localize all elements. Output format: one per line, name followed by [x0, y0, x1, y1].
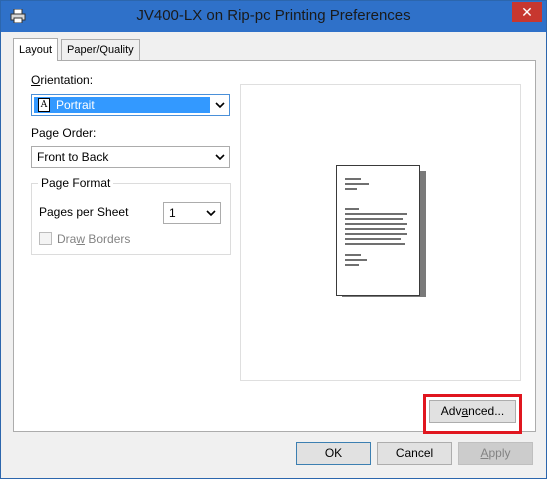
- page-format-legend: Page Format: [38, 176, 114, 190]
- pages-per-sheet-dropdown[interactable]: 1: [163, 202, 221, 224]
- page-preview: [336, 165, 420, 296]
- advanced-button[interactable]: Advanced...: [429, 400, 516, 423]
- apply-button[interactable]: Apply: [458, 442, 533, 465]
- tab-layout[interactable]: Layout: [13, 38, 59, 61]
- page-order-dropdown[interactable]: Front to Back: [31, 146, 230, 168]
- orientation-selected-value: A Portrait: [34, 97, 210, 113]
- page-order-value: Front to Back: [37, 150, 109, 164]
- cancel-button[interactable]: Cancel: [377, 442, 452, 465]
- chevron-down-icon: [206, 210, 216, 217]
- orientation-dropdown[interactable]: A Portrait: [31, 94, 230, 116]
- portrait-orientation-icon: A: [38, 98, 50, 112]
- draw-borders-label: Draw Borders: [57, 232, 131, 246]
- chevron-down-icon: [215, 154, 225, 161]
- page-order-label: Page Order:: [31, 126, 97, 140]
- draw-borders-checkbox[interactable]: [39, 232, 52, 245]
- pages-per-sheet-label: Pages per Sheet: [39, 205, 129, 219]
- printing-preferences-window: JV400-LX on Rip-pc Printing Preferences …: [0, 0, 547, 479]
- pages-per-sheet-value: 1: [169, 206, 176, 220]
- close-button[interactable]: ✕: [512, 2, 542, 22]
- tab-paper-quality[interactable]: Paper/Quality: [61, 39, 140, 61]
- ok-button[interactable]: OK: [296, 442, 371, 465]
- window-title: JV400-LX on Rip-pc Printing Preferences: [136, 7, 411, 24]
- orientation-label: Orientation:: [31, 73, 94, 87]
- title-bar[interactable]: JV400-LX on Rip-pc Printing Preferences …: [1, 1, 546, 32]
- chevron-down-icon: [215, 102, 225, 109]
